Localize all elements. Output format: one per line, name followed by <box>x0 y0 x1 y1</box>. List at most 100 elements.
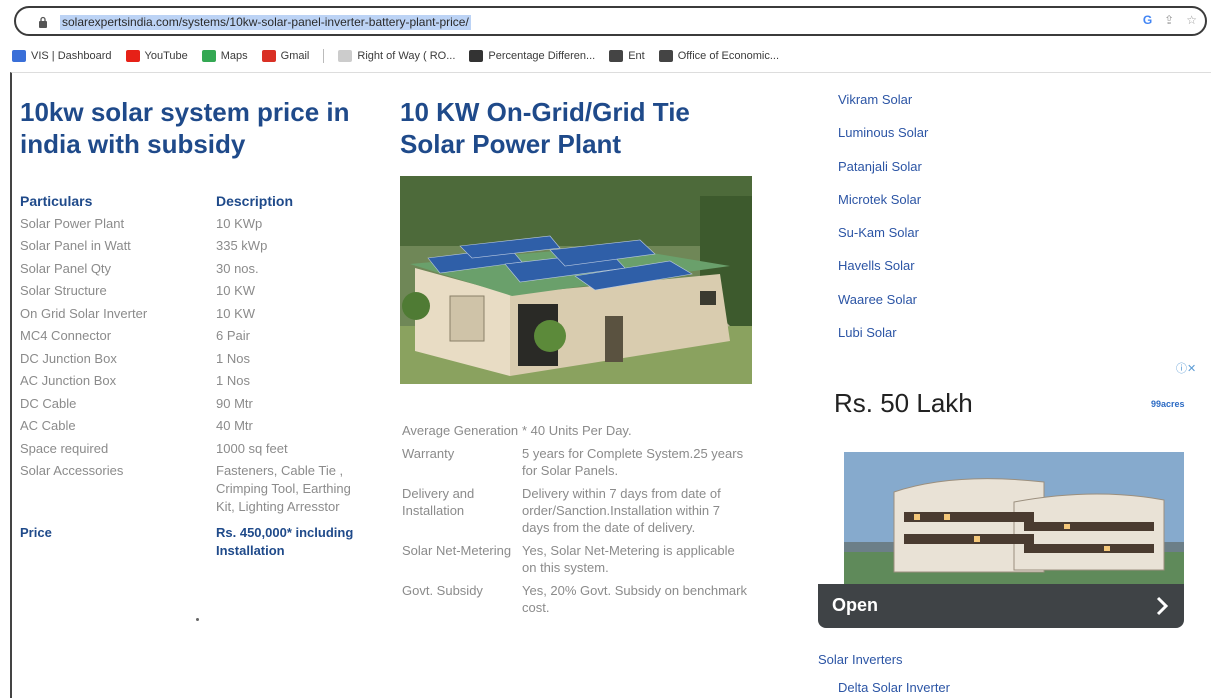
bookmark-label: Maps <box>220 50 248 62</box>
bookmark-label: Percentage Differen... <box>488 50 596 62</box>
spec-label: MC4 Connector <box>20 328 112 343</box>
sigma-icon <box>469 50 484 62</box>
ad-brand[interactable]: 99acres <box>1151 399 1185 409</box>
plant-title: 10 KW On-Grid/Grid Tie Solar Power Plant <box>400 97 690 159</box>
vis-icon <box>12 50 26 62</box>
detail-value: Delivery within 7 days from date of orde… <box>522 486 721 535</box>
bookmark-item[interactable]: Ent <box>609 50 645 62</box>
bookmark-item[interactable]: Percentage Differen... <box>469 50 595 62</box>
share-icon[interactable]: ⇪ <box>1164 13 1174 27</box>
spec-label: Solar Accessories <box>20 463 124 478</box>
brand-link[interactable]: Microtek Solar <box>838 190 928 223</box>
spec-value: 335 kWp <box>216 238 268 253</box>
spec-value: 1000 sq feet <box>216 440 288 456</box>
spec-value: 90 Mtr <box>216 395 253 411</box>
spec-value: 10 KW <box>216 305 256 321</box>
solar-inverters-heading[interactable]: Solar Inverters <box>818 652 903 667</box>
detail-label: Solar Net-Metering <box>402 543 512 558</box>
spec-value: 30 nos. <box>216 260 259 276</box>
detail-row: Delivery and Installation Delivery within… <box>402 485 752 536</box>
detail-row: Average Generation * 40 Units Per Day. <box>402 422 752 439</box>
price-value: Rs. 450,000* including Installation <box>216 525 354 558</box>
spec-label: Solar Panel Qty <box>20 260 112 276</box>
globe-icon <box>609 50 624 62</box>
globe-icon <box>658 50 673 62</box>
spec-table-header: Particulars Description <box>20 190 380 213</box>
spec-row: Solar Structure 10 KW <box>20 280 380 303</box>
brand-link[interactable]: Su-Kam Solar <box>838 223 928 256</box>
spec-row: Solar Panel in Watt 335 kWp <box>20 235 380 258</box>
brand-link[interactable]: Patanjali Solar <box>838 157 928 190</box>
spec-row: AC Junction Box 1 Nos <box>20 370 380 393</box>
bookmark-item[interactable]: YouTube <box>125 50 188 62</box>
left-column: 10kw solar system price in india with su… <box>20 96 380 560</box>
page-title: 10kw solar system price in india with su… <box>20 97 350 159</box>
detail-value: Yes, 20% Govt. Subsidy on benchmark cost… <box>522 583 747 615</box>
bookmark-item[interactable]: VIS | Dashboard <box>12 50 112 62</box>
doc-icon <box>338 50 353 62</box>
gmail-icon <box>261 50 276 62</box>
spec-row: AC Cable 40 Mtr <box>20 415 380 438</box>
star-icon[interactable]: ☆ <box>1186 13 1197 27</box>
spec-row: Solar Panel Qty 30 nos. <box>20 258 380 281</box>
bookmark-item[interactable]: Office of Economic... <box>658 50 780 62</box>
spec-value: 10 KWp <box>216 215 263 231</box>
brand-link[interactable]: Havells Solar <box>838 256 928 289</box>
spec-value: 6 Pair <box>216 328 250 343</box>
spec-label: Solar Panel in Watt <box>20 238 131 253</box>
bookmark-item[interactable]: Right of Way ( RO... <box>338 50 455 62</box>
bookmark-label: Right of Way ( RO... <box>357 50 456 62</box>
detail-value: 5 years for Complete System.25 years for… <box>522 446 744 478</box>
youtube-icon <box>125 50 140 62</box>
ad-building-image[interactable] <box>844 452 1184 584</box>
spec-value: 10 KW <box>216 283 256 298</box>
brand-link[interactable]: Luminous Solar <box>838 123 928 156</box>
spec-row: Solar Accessories Fasteners, Cable Tie , … <box>20 460 380 516</box>
spec-label: Solar Structure <box>20 283 107 298</box>
solar-plant-image <box>400 176 752 384</box>
brand-link[interactable]: Vikram Solar <box>838 90 928 123</box>
address-bar[interactable]: solarexpertsindia.com/systems/10kw-solar… <box>14 6 1207 36</box>
header-description: Description <box>216 193 294 209</box>
spec-row: Solar Power Plant 10 KWp <box>20 213 380 236</box>
inverter-link[interactable]: Delta Solar Inverter <box>838 680 950 695</box>
stray-dot <box>196 618 199 621</box>
chevron-right-icon <box>1156 596 1169 616</box>
bookmark-label: Office of Economic... <box>677 50 780 62</box>
ad-open-button[interactable]: Open <box>818 584 1184 628</box>
spec-table: Particulars Description Solar Power Plan… <box>20 190 380 560</box>
spec-label: Solar Power Plant <box>20 215 125 231</box>
detail-label: Delivery and Installation <box>402 486 475 518</box>
maps-icon <box>201 50 216 62</box>
spec-row: DC Junction Box 1 Nos <box>20 348 380 371</box>
spec-label: AC Junction Box <box>20 373 117 388</box>
bookmark-item[interactable]: Gmail <box>261 50 310 62</box>
spec-row: Space required 1000 sq feet <box>20 438 380 461</box>
bookmarks-bar: VIS | Dashboard YouTube Maps Gmail Right of … <box>12 45 793 67</box>
google-icon[interactable]: G <box>1143 13 1152 27</box>
spec-label: AC Cable <box>20 418 76 433</box>
url-text[interactable]: solarexpertsindia.com/systems/10kw-solar… <box>60 15 471 30</box>
spec-label: Space required <box>20 440 109 456</box>
spec-row: DC Cable 90 Mtr <box>20 393 380 416</box>
ad-info-close-icon[interactable]: ⓘ✕ <box>1176 360 1196 376</box>
spec-value: 40 Mtr <box>216 418 253 433</box>
brand-link[interactable]: Waaree Solar <box>838 290 928 323</box>
middle-column: 10 KW On-Grid/Grid Tie Solar Power Plant <box>400 96 760 160</box>
ad-price[interactable]: Rs. 50 Lakh <box>834 388 973 419</box>
bookmarks-separator <box>323 49 325 63</box>
brand-link[interactable]: Lubi Solar <box>838 323 928 356</box>
spec-row: On Grid Solar Inverter 10 KW <box>20 303 380 326</box>
detail-label: Average Generation <box>402 423 519 438</box>
bookmark-label: VIS | Dashboard <box>31 50 112 62</box>
lock-icon[interactable] <box>38 16 48 28</box>
spec-value: 1 Nos <box>216 373 250 388</box>
spec-value: Fasteners, Cable Tie , Crimping Tool, Ea… <box>216 463 351 514</box>
bookmark-item[interactable]: Maps <box>201 50 248 62</box>
detail-row: Warranty 5 years for Complete System.25 y… <box>402 445 752 479</box>
spec-row: MC4 Connector 6 Pair <box>20 325 380 348</box>
spec-label: DC Junction Box <box>20 350 117 366</box>
bookmark-label: Gmail <box>280 50 310 62</box>
detail-value: Yes, Solar Net-Metering is applicable on… <box>522 543 735 575</box>
detail-label: Govt. Subsidy <box>402 583 483 598</box>
